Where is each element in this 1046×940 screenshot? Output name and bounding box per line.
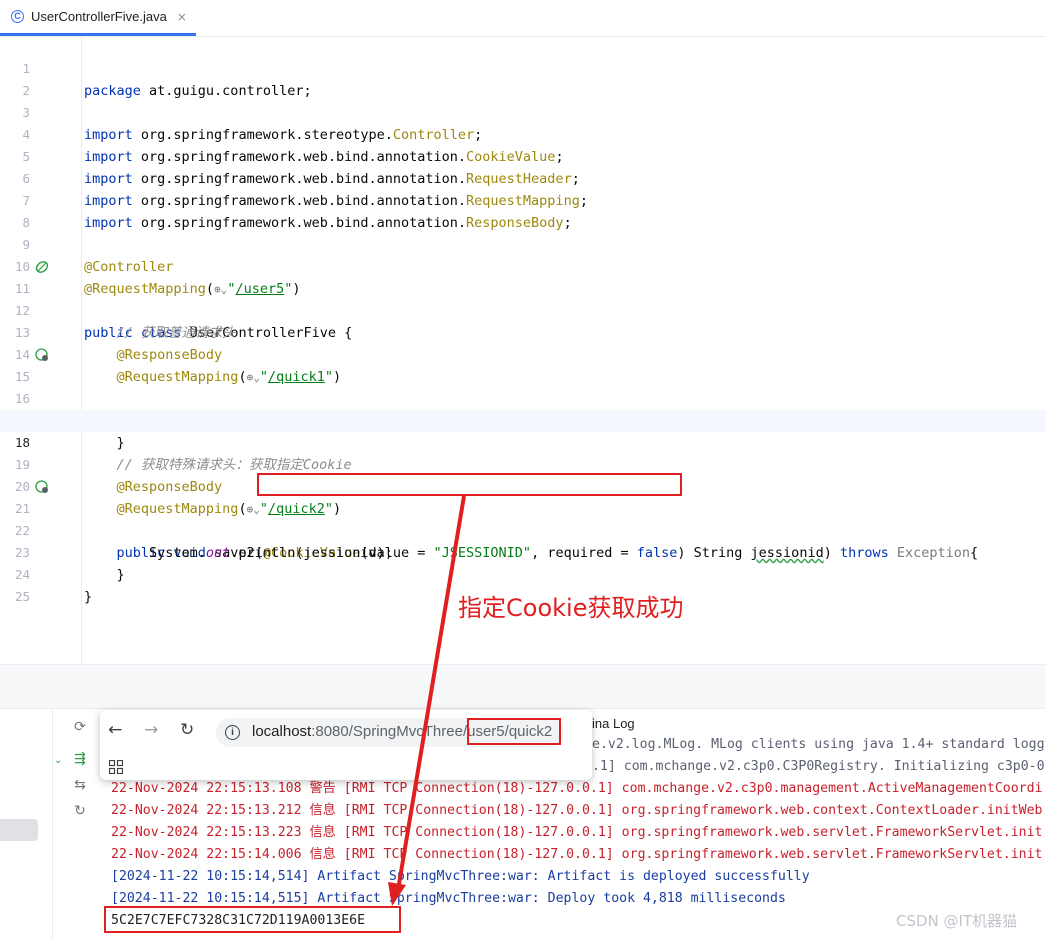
annotation-arrow bbox=[388, 495, 466, 906]
annotation-label: 指定Cookie获取成功 bbox=[458, 594, 684, 622]
watermark: CSDN @IT机器猫 bbox=[896, 912, 1018, 930]
